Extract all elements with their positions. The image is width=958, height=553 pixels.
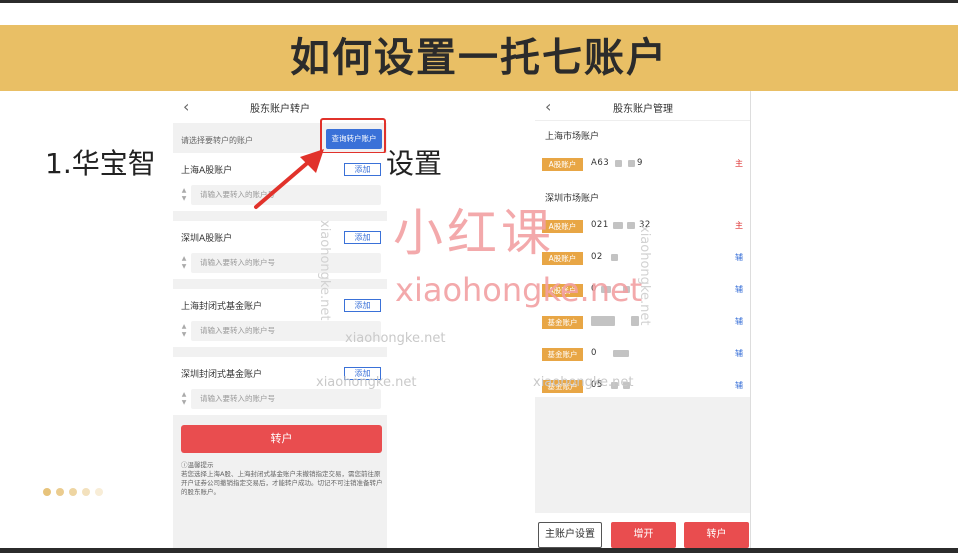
account-tag: 基金账户: [542, 348, 583, 361]
notice-body: 若您选择上海A股、上海封闭式基金账户未撤销指定交易，需您前往原开户证券公司撤销指…: [181, 470, 383, 496]
masked-digits: [613, 350, 629, 357]
account-tag: 基金账户: [542, 316, 583, 329]
stepper-icon[interactable]: ▲ ▼: [181, 391, 187, 407]
title-banner: 如何设置一托七账户: [0, 25, 958, 91]
watermark-url-small: xiaohongke.net: [533, 375, 634, 390]
transfer-button[interactable]: 转户: [684, 522, 749, 548]
masked-digits: [627, 222, 635, 229]
account-tag: A股账户: [542, 158, 583, 171]
stepper-icon[interactable]: ▲ ▼: [181, 323, 187, 339]
account-row[interactable]: A股账户 A63 9 主: [535, 147, 750, 179]
account-role: 辅: [735, 381, 743, 390]
masked-digits: [615, 160, 622, 167]
account-role: 主: [735, 221, 743, 230]
account-tail: 9: [637, 158, 643, 168]
account-role: 主: [735, 159, 743, 168]
open-account-button[interactable]: 增开: [611, 522, 676, 548]
management-title: 股东账户管理: [613, 104, 673, 115]
watermark-url-small: xiaohongke.net: [345, 331, 446, 346]
page-title: 如何设置一托七账户: [290, 35, 668, 81]
step-text-prefix: 1.华宝智: [45, 147, 156, 180]
account-row[interactable]: 基金账户 0 辅: [535, 337, 750, 369]
main-account-settings-button[interactable]: 主账户设置: [538, 522, 602, 548]
account-role: 辅: [735, 349, 743, 358]
watermark-url-small: xiaohongke.net: [316, 375, 417, 390]
watermark-brand: 小红课: [393, 204, 555, 262]
slide: 如何设置一托七账户 1.华宝智 设置 ‹ 股东账户转户 请选择要转户的账户 查询…: [0, 0, 958, 553]
masked-digits: [591, 316, 615, 326]
dot-icon: [95, 488, 103, 496]
notice: ⓘ温馨提示 若您选择上海A股、上海封闭式基金账户未撤销指定交易，需您前往原开户证…: [181, 461, 383, 497]
transfer-hint: 请选择要转户的账户: [181, 136, 253, 145]
stepper-icon[interactable]: ▲ ▼: [181, 187, 187, 203]
masked-digits: [628, 160, 635, 167]
account-role: 辅: [735, 317, 743, 326]
transfer-button[interactable]: 转户: [181, 425, 382, 453]
add-button[interactable]: 添加: [344, 163, 381, 176]
pointer-arrow-icon: [254, 149, 324, 209]
watermark-url-vertical: xiaohongke.net: [317, 220, 332, 321]
account-input[interactable]: 请输入要转入的账户号: [191, 253, 381, 273]
section-label: 深圳A股账户: [181, 234, 233, 244]
watermark-url-vertical: xiaohongke.net: [637, 225, 652, 326]
top-border: [0, 0, 958, 3]
account-number: 02: [591, 252, 603, 262]
bottom-border: [0, 548, 958, 553]
masked-digits: [611, 254, 618, 261]
stepper-icon[interactable]: ▲ ▼: [181, 255, 187, 271]
management-header: ‹ 股东账户管理: [535, 91, 750, 121]
section-sz-a: 深圳A股账户 添加 ▲ ▼ 请输入要转入的账户号: [173, 221, 387, 279]
management-footer: 主账户设置 增开 转户: [535, 517, 750, 548]
transfer-title: 股东账户转户: [250, 104, 310, 115]
account-role: 辅: [735, 285, 743, 294]
notice-title: 温馨提示: [187, 461, 214, 469]
account-number: 021: [591, 220, 609, 230]
masked-digits: [613, 222, 623, 229]
account-role: 辅: [735, 253, 743, 262]
account-number: 0: [591, 348, 597, 358]
account-number: A63: [591, 158, 610, 168]
dot-icon: [82, 488, 90, 496]
account-input[interactable]: 请输入要转入的账户号: [191, 389, 381, 409]
empty-area: [535, 397, 750, 513]
dot-icon: [69, 488, 77, 496]
decorative-dots: [43, 488, 103, 496]
step-text-suffix: 设置: [386, 147, 443, 180]
dot-icon: [43, 488, 51, 496]
section-label: 上海A股账户: [181, 166, 233, 176]
dot-icon: [56, 488, 64, 496]
section-label: 上海封闭式基金账户: [181, 302, 263, 312]
add-button[interactable]: 添加: [344, 231, 381, 244]
section-label: 深圳封闭式基金账户: [181, 370, 263, 380]
watermark-url: xiaohongke.net: [395, 271, 643, 309]
shanghai-market-label: 上海市场账户: [545, 132, 600, 142]
add-button[interactable]: 添加: [344, 299, 381, 312]
